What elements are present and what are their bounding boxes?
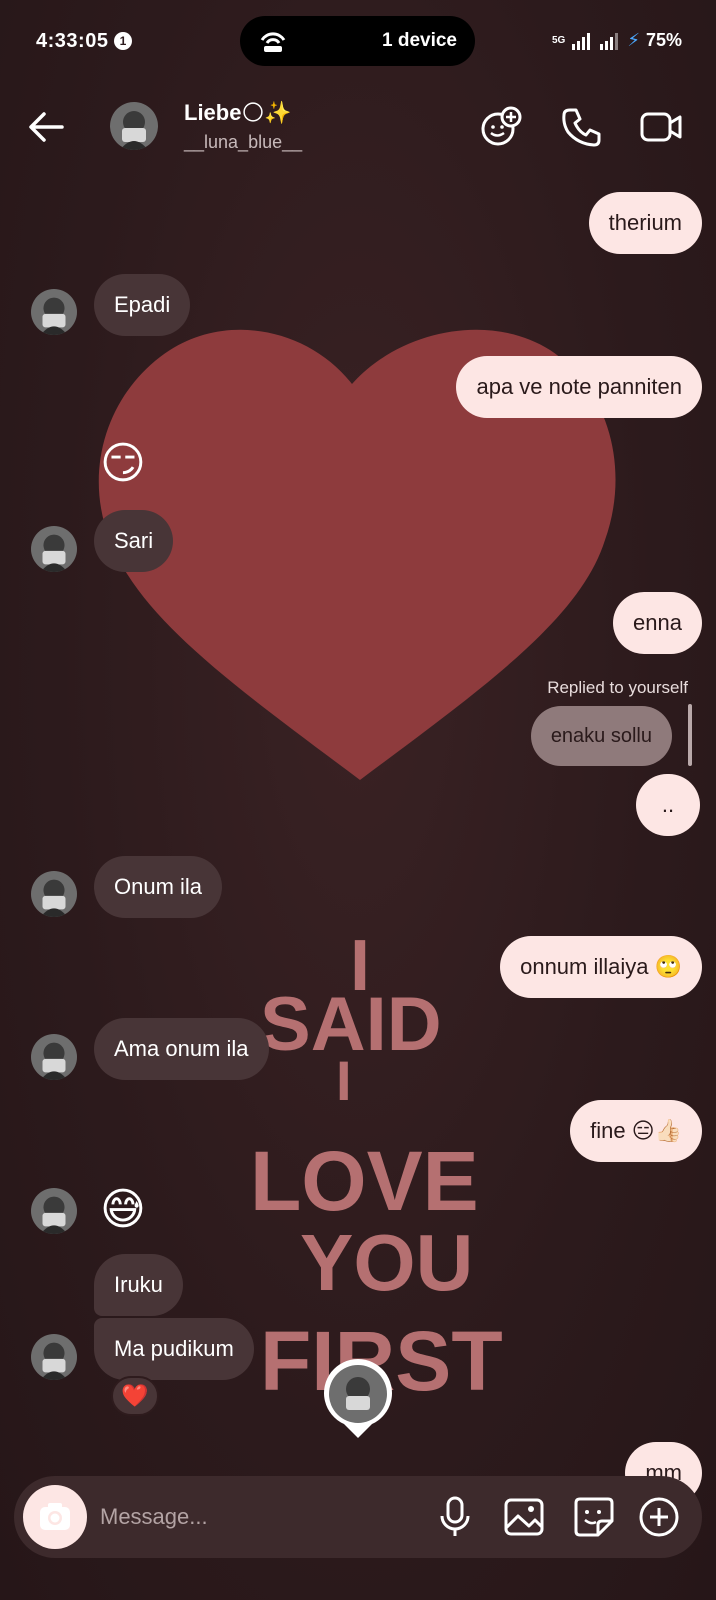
- message-outgoing[interactable]: fine 😑👍🏻: [570, 1100, 702, 1162]
- add-icon[interactable]: [636, 1494, 682, 1540]
- message-incoming[interactable]: Ma pudikum: [94, 1318, 254, 1380]
- sender-avatar[interactable]: [31, 289, 77, 335]
- sender-avatar[interactable]: [31, 526, 77, 572]
- message-incoming[interactable]: Epadi: [94, 274, 191, 336]
- contact-name[interactable]: Liebe🌕✨: [184, 100, 292, 126]
- seen-avatar-marker[interactable]: [322, 1358, 394, 1440]
- contact-avatar[interactable]: [110, 102, 158, 150]
- add-effects-icon[interactable]: [478, 104, 524, 150]
- network-type: 5G: [551, 35, 566, 46]
- background-lettering: I SAID I LOVE YOU FIRST: [250, 930, 503, 1408]
- message-outgoing[interactable]: apa ve note panniten: [456, 356, 702, 418]
- message-incoming-emoji[interactable]: 😏: [100, 438, 146, 490]
- message-incoming[interactable]: Sari: [94, 510, 174, 572]
- art-line-5: YOU: [300, 1218, 473, 1307]
- camera-button[interactable]: [23, 1485, 87, 1549]
- status-indicators: 5G ⚡ 75%: [552, 30, 682, 51]
- message-incoming-emoji[interactable]: 😅: [100, 1184, 146, 1236]
- message-outgoing[interactable]: enna: [613, 592, 702, 654]
- dynamic-island[interactable]: 1 device: [240, 16, 475, 66]
- chat-screen: I SAID I LOVE YOU FIRST 4:33:05 1 1 devi…: [0, 0, 716, 1600]
- sticker-icon[interactable]: [571, 1494, 617, 1540]
- back-arrow-icon[interactable]: [24, 104, 70, 150]
- message-outgoing[interactable]: ..: [636, 774, 700, 836]
- message-input[interactable]: [100, 1492, 420, 1542]
- reply-context-label: Replied to yourself: [547, 678, 688, 697]
- signal-icon: [572, 32, 591, 50]
- status-bar: 4:33:05 1 1 device 5G ⚡ 75%: [0, 0, 716, 84]
- message-incoming[interactable]: Iruku: [94, 1254, 183, 1316]
- status-time: 4:33:05: [36, 30, 109, 52]
- art-line-4: LOVE: [250, 1134, 479, 1228]
- device-count-label: 1 device: [382, 30, 457, 51]
- charging-icon: ⚡: [627, 30, 640, 50]
- message-outgoing[interactable]: onnum illaiya 🙄: [500, 936, 702, 998]
- camera-icon: [40, 1503, 70, 1530]
- reply-indicator-bar: [688, 704, 692, 766]
- hotspot-icon: [260, 32, 286, 52]
- contact-username[interactable]: __luna_blue__: [184, 132, 302, 153]
- microphone-icon[interactable]: [432, 1494, 478, 1540]
- gallery-icon[interactable]: [501, 1494, 547, 1540]
- chat-header: Liebe🌕✨ __luna_blue__: [0, 90, 716, 166]
- video-call-icon[interactable]: [638, 104, 684, 150]
- phone-icon[interactable]: [558, 104, 604, 150]
- sender-avatar[interactable]: [31, 871, 77, 917]
- art-line-3: I: [336, 1049, 352, 1112]
- message-incoming[interactable]: Onum ila: [94, 856, 223, 918]
- message-outgoing[interactable]: therium: [588, 192, 702, 254]
- sender-avatar[interactable]: [31, 1034, 77, 1080]
- message-reaction[interactable]: ❤️: [111, 1376, 159, 1416]
- sender-avatar[interactable]: [31, 1188, 77, 1234]
- battery-level: 75%: [645, 30, 682, 50]
- replied-message-quote[interactable]: enaku sollu: [530, 706, 672, 766]
- signal-2-icon: [600, 32, 619, 50]
- message-incoming[interactable]: Ama onum ila: [94, 1018, 269, 1080]
- sender-avatar[interactable]: [31, 1334, 77, 1380]
- message-composer: [14, 1476, 702, 1558]
- notification-count-badge: 1: [114, 32, 132, 50]
